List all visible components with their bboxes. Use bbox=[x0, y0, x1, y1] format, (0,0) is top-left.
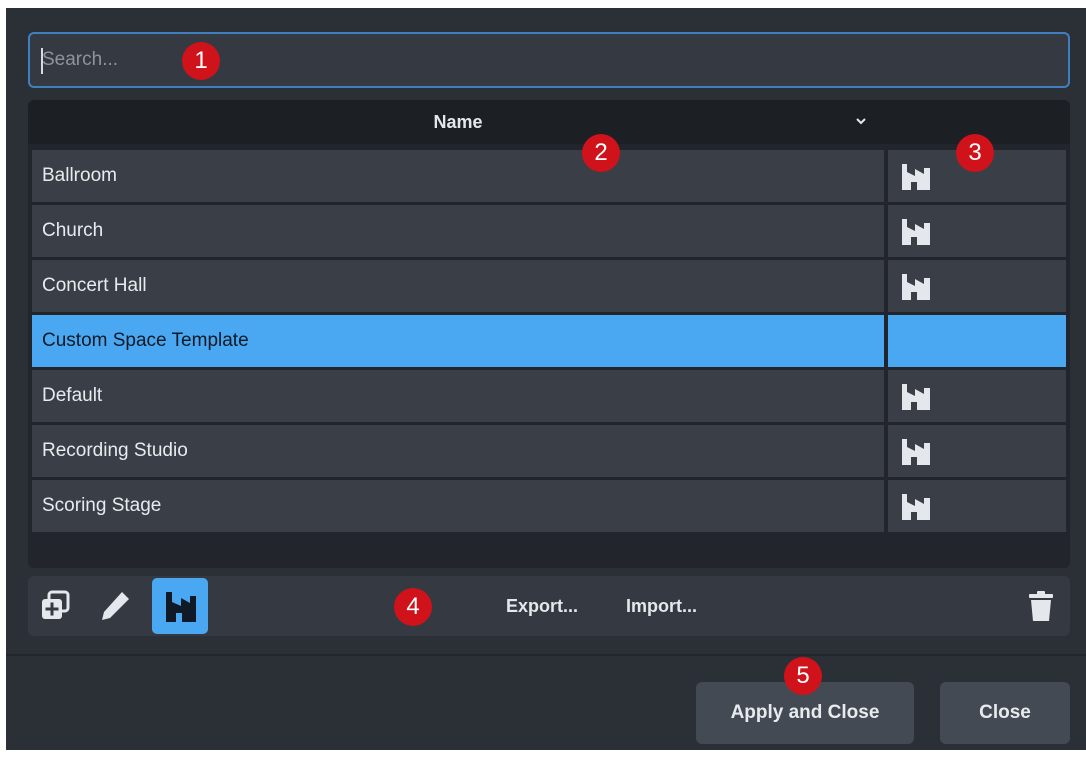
callout-1: 1 bbox=[182, 42, 220, 80]
factory-icon bbox=[902, 164, 930, 190]
factory-cell bbox=[888, 480, 1066, 532]
duplicate-button[interactable] bbox=[34, 585, 76, 627]
export-button[interactable]: Export... bbox=[506, 576, 578, 636]
callout-4: 4 bbox=[394, 588, 432, 626]
template-name: Scoring Stage bbox=[32, 480, 884, 532]
callout-2: 2 bbox=[582, 134, 620, 172]
name-column-header[interactable]: Name bbox=[28, 100, 888, 144]
callout-3: 3 bbox=[956, 134, 994, 172]
template-name: Ballroom bbox=[32, 150, 884, 202]
factory-cell bbox=[888, 370, 1066, 422]
template-name: Recording Studio bbox=[32, 425, 884, 477]
chevron-down-icon[interactable] bbox=[854, 114, 868, 128]
factory-filter-button[interactable] bbox=[152, 578, 208, 634]
table-row[interactable]: Church bbox=[32, 205, 1066, 257]
factory-cell bbox=[888, 425, 1066, 477]
import-button[interactable]: Import... bbox=[626, 576, 697, 636]
edit-button[interactable] bbox=[94, 585, 136, 627]
table-row[interactable]: Scoring Stage bbox=[32, 480, 1066, 532]
text-caret bbox=[41, 48, 43, 74]
table-header: Name bbox=[28, 100, 1070, 144]
delete-button[interactable] bbox=[1020, 585, 1062, 627]
template-name: Default bbox=[32, 370, 884, 422]
trash-icon bbox=[1029, 591, 1053, 621]
template-name: Concert Hall bbox=[32, 260, 884, 312]
table-row[interactable]: Recording Studio bbox=[32, 425, 1066, 477]
factory-cell bbox=[888, 315, 1066, 367]
close-button[interactable]: Close bbox=[940, 682, 1070, 744]
room-templates-dialog: Name Ballroom Church bbox=[6, 8, 1086, 750]
template-name: Custom Space Template bbox=[32, 315, 884, 367]
callout-5: 5 bbox=[784, 657, 822, 695]
factory-cell bbox=[888, 205, 1066, 257]
template-name: Church bbox=[32, 205, 884, 257]
factory-icon bbox=[902, 494, 930, 520]
pencil-icon bbox=[102, 592, 129, 620]
templates-table: Name Ballroom Church Concert Hall Custom… bbox=[28, 100, 1070, 568]
factory-cell bbox=[888, 260, 1066, 312]
templates-toolbar: Export... Import... bbox=[28, 576, 1070, 636]
factory-icon bbox=[902, 274, 930, 300]
duplicate-icon bbox=[42, 590, 70, 619]
footer-divider bbox=[6, 654, 1086, 656]
factory-icon bbox=[902, 384, 930, 410]
table-row[interactable]: Concert Hall bbox=[32, 260, 1066, 312]
table-row[interactable]: Ballroom bbox=[32, 150, 1066, 202]
table-row[interactable]: Default bbox=[32, 370, 1066, 422]
table-row-selected[interactable]: Custom Space Template bbox=[32, 315, 1066, 367]
factory-icon bbox=[166, 592, 196, 622]
factory-icon bbox=[902, 439, 930, 465]
factory-icon bbox=[902, 219, 930, 245]
